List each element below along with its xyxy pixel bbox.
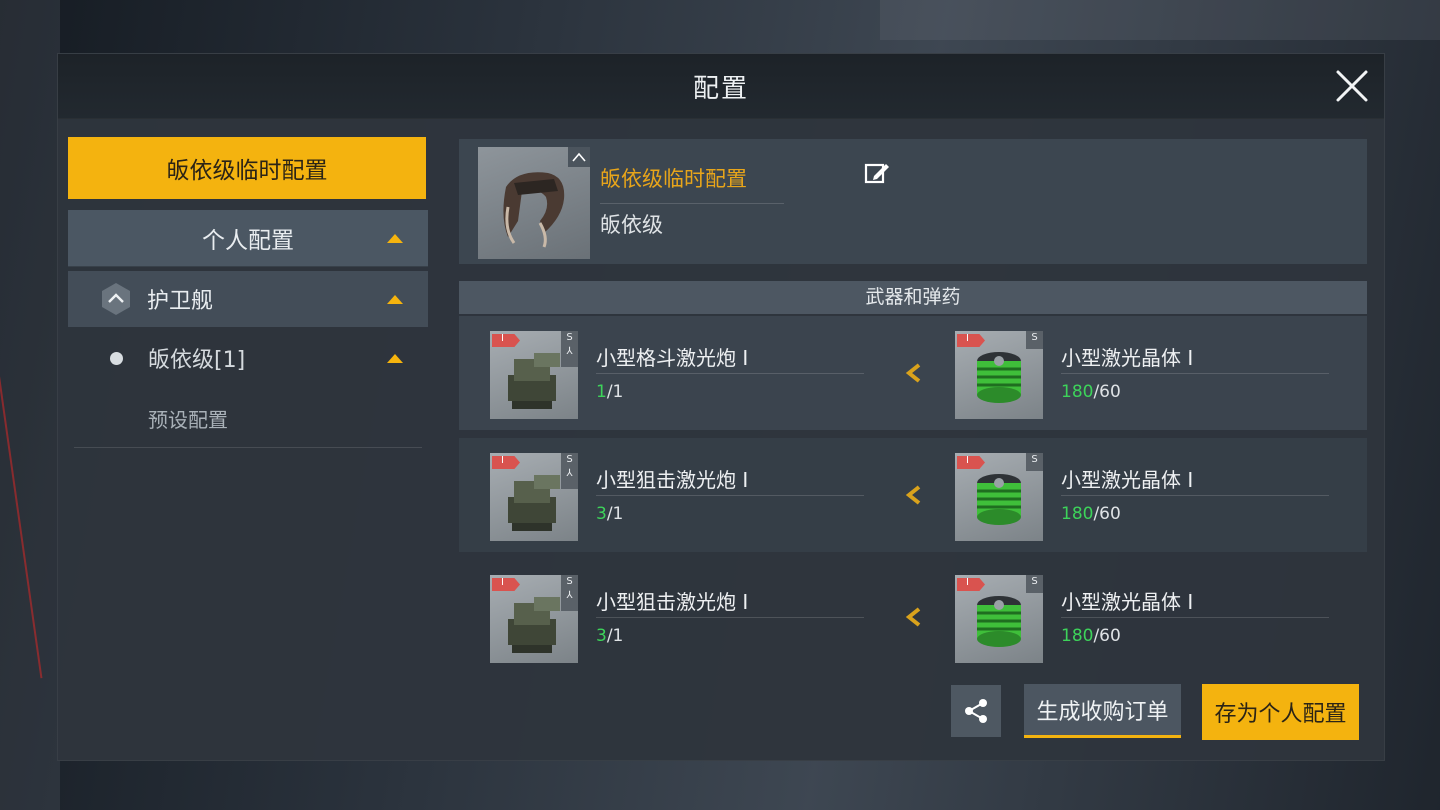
weapon-count: 3/1: [596, 626, 624, 646]
ammo-icon[interactable]: I S: [955, 331, 1043, 419]
divider: [600, 203, 784, 204]
ship-class-label: 护卫舰: [147, 289, 214, 314]
ammo-name: 小型激光晶体 I: [1061, 468, 1194, 492]
config-name: 皈依级临时配置: [600, 167, 747, 191]
chevron-left-icon[interactable]: [904, 606, 922, 628]
generate-buy-order-label: 生成收购订单: [1036, 699, 1169, 725]
tier-flag: I: [957, 456, 985, 469]
save-personal-config-label: 存为个人配置: [1214, 702, 1347, 727]
weapon-count: 3/1: [596, 504, 624, 524]
weapons-section-title: 武器和弹药: [865, 286, 961, 308]
divider: [1061, 373, 1329, 374]
size-tag: S ⅄: [561, 453, 578, 489]
divider: [596, 617, 864, 618]
weapon-icon[interactable]: I S ⅄: [490, 331, 578, 419]
weapon-name: 小型狙击激光炮 I: [596, 590, 749, 614]
temp-config-button[interactable]: 皈依级临时配置: [68, 137, 426, 199]
background-structure: [0, 0, 60, 810]
save-personal-config-button[interactable]: 存为个人配置: [1202, 684, 1359, 740]
chevron-left-icon[interactable]: [904, 484, 922, 506]
ship-class-frigate[interactable]: 护卫舰: [68, 271, 428, 327]
ammo-icon[interactable]: I S: [955, 453, 1043, 541]
weapon-icon[interactable]: I S ⅄: [490, 575, 578, 663]
ship-class-icon: [101, 282, 131, 316]
config-ship-name: 皈依级: [600, 213, 663, 237]
tier-flag: I: [492, 334, 520, 347]
weapons-section-header: 武器和弹药: [459, 281, 1367, 314]
tier-flag: I: [492, 456, 520, 469]
bullet-dot: [110, 351, 123, 365]
ammo-name: 小型激光晶体 I: [1061, 590, 1194, 614]
triangle-up-icon: [387, 354, 403, 363]
triangle-up-icon: [387, 234, 403, 243]
close-icon[interactable]: [1332, 66, 1372, 106]
size-tag: S: [1026, 575, 1043, 593]
size-tag: S ⅄: [561, 331, 578, 367]
weapon-count: 1/1: [596, 382, 624, 402]
loadout-dialog: 配置 皈依级临时配置 个人配置 护卫舰 皈依级[1] 预设配置 皈依级临时配置 …: [57, 53, 1385, 761]
size-tag: S: [1026, 453, 1043, 471]
preset-config-item[interactable]: 预设配置: [74, 389, 422, 448]
ship-thumbnail[interactable]: [478, 147, 590, 259]
size-tag: S ⅄: [561, 575, 578, 611]
tier-flag: I: [492, 578, 520, 591]
dialog-title: 配置: [692, 74, 749, 104]
divider: [1061, 495, 1329, 496]
config-sidebar: 皈依级临时配置 个人配置 护卫舰 皈依级[1] 预设配置: [68, 137, 428, 448]
weapon-icon[interactable]: I S ⅄: [490, 453, 578, 541]
title-bar: 配置: [58, 54, 1384, 119]
ship-item-label: 皈依级[1]: [148, 348, 246, 373]
ammo-icon[interactable]: I S: [955, 575, 1043, 663]
divider: [596, 373, 864, 374]
triangle-up-icon: [387, 295, 403, 304]
ammo-count: 180/60: [1061, 382, 1121, 402]
ship-item-conversion[interactable]: 皈依级[1]: [68, 327, 428, 389]
size-tag: S: [1026, 331, 1043, 349]
ammo-count: 180/60: [1061, 504, 1121, 524]
share-icon[interactable]: [951, 685, 1001, 737]
divider: [596, 495, 864, 496]
personal-config-label: 个人配置: [202, 228, 294, 254]
weapon-slot-row: I S ⅄ 小型格斗激光炮 I 1/1 I S 小型激光晶体 I 180/60: [459, 316, 1367, 430]
chevron-left-icon[interactable]: [904, 362, 922, 384]
config-header-card: 皈依级临时配置 皈依级: [459, 139, 1367, 264]
weapon-slot-row: I S ⅄ 小型狙击激光炮 I 3/1 I S 小型激光晶体 I 180/60: [459, 560, 1367, 674]
weapon-slot-row: I S ⅄ 小型狙击激光炮 I 3/1 I S 小型激光晶体 I 180/60: [459, 438, 1367, 552]
ammo-name: 小型激光晶体 I: [1061, 346, 1194, 370]
preset-config-label: 预设配置: [148, 407, 228, 432]
tier-flag: I: [957, 334, 985, 347]
weapon-name: 小型狙击激光炮 I: [596, 468, 749, 492]
edit-icon[interactable]: [863, 159, 891, 187]
divider: [1061, 617, 1329, 618]
personal-config-group[interactable]: 个人配置: [68, 210, 428, 267]
tier-flag: I: [957, 578, 985, 591]
chevron-up-icon[interactable]: [568, 147, 590, 167]
ammo-count: 180/60: [1061, 626, 1121, 646]
weapon-name: 小型格斗激光炮 I: [596, 346, 749, 370]
temp-config-label: 皈依级临时配置: [166, 158, 328, 184]
generate-buy-order-button[interactable]: 生成收购订单: [1024, 684, 1181, 738]
background-structure: [880, 0, 1440, 40]
